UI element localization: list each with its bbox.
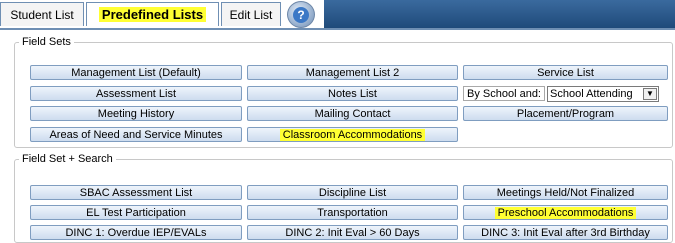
- discipline-list-button[interactable]: Discipline List: [247, 185, 458, 200]
- header-bar: [324, 0, 675, 28]
- field-sets-legend: Field Sets: [22, 36, 71, 48]
- meeting-history-button[interactable]: Meeting History: [30, 106, 242, 121]
- tab-predefined-lists-label: Predefined Lists: [98, 7, 207, 22]
- mailing-contact-button[interactable]: Mailing Contact: [247, 106, 458, 121]
- top-navigation: Student List Predefined Lists Edit List …: [0, 0, 675, 30]
- service-list-button[interactable]: Service List: [463, 65, 668, 80]
- assessment-list-button[interactable]: Assessment List: [30, 86, 242, 101]
- management-list-default-button[interactable]: Management List (Default): [30, 65, 242, 80]
- notes-list-button[interactable]: Notes List: [247, 86, 458, 101]
- management-list-2-button[interactable]: Management List 2: [247, 65, 458, 80]
- dinc-3-button[interactable]: DINC 3: Init Eval after 3rd Birthday: [463, 225, 668, 240]
- school-select[interactable]: School Attending ▼: [547, 85, 659, 102]
- tab-baseline: [0, 28, 675, 30]
- transportation-button[interactable]: Transportation: [247, 205, 458, 220]
- tab-student-list-label: Student List: [10, 7, 74, 22]
- dinc-1-button[interactable]: DINC 1: Overdue IEP/EVALs: [30, 225, 242, 240]
- sbac-assessment-list-button[interactable]: SBAC Assessment List: [30, 185, 242, 200]
- school-filter: By School and: School Attending ▼: [463, 85, 668, 102]
- classroom-accommodations-button[interactable]: Classroom Accommodations: [247, 127, 458, 142]
- tab-edit-list-label: Edit List: [229, 7, 273, 22]
- field-set-search-legend: Field Set + Search: [22, 153, 113, 165]
- areas-of-need-button[interactable]: Areas of Need and Service Minutes: [30, 127, 242, 142]
- school-select-value: School Attending: [550, 87, 633, 100]
- el-test-participation-button[interactable]: EL Test Participation: [30, 205, 242, 220]
- help-icon[interactable]: ?: [287, 1, 315, 28]
- school-filter-label: By School and:: [463, 86, 545, 101]
- tab-student-list[interactable]: Student List: [0, 2, 84, 26]
- tab-predefined-lists[interactable]: Predefined Lists: [86, 2, 219, 26]
- placement-program-button[interactable]: Placement/Program: [463, 106, 668, 121]
- help-glyph: ?: [293, 6, 309, 23]
- meetings-held-button[interactable]: Meetings Held/Not Finalized: [463, 185, 668, 200]
- tab-edit-list[interactable]: Edit List: [221, 2, 281, 26]
- preschool-accommodations-button[interactable]: Preschool Accommodations: [463, 205, 668, 220]
- chevron-down-icon[interactable]: ▼: [643, 87, 657, 100]
- dinc-2-button[interactable]: DINC 2: Init Eval > 60 Days: [247, 225, 458, 240]
